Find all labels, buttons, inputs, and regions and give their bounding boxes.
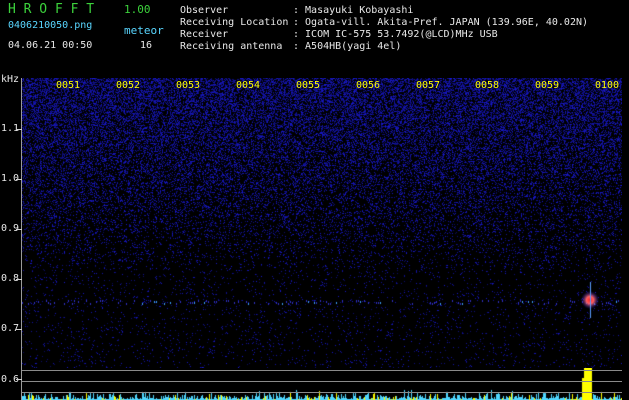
y-tick <box>16 279 22 280</box>
location-key: Receiving Location <box>180 17 289 28</box>
y-axis-line <box>21 78 22 400</box>
time-label: 0058 <box>475 80 500 91</box>
spectrogram-canvas <box>22 78 622 368</box>
time-label: 0054 <box>236 80 261 91</box>
antenna-value: : A504HB(yagi 4el) <box>293 41 402 52</box>
y-axis-unit: kHz <box>1 74 20 85</box>
time-label: 0056 <box>356 80 381 91</box>
meteor-label: meteor <box>124 24 164 37</box>
receiver-value: : ICOM IC-575 53.7492(@LCD)MHz USB <box>293 29 498 40</box>
meteor-count: 16 <box>140 40 153 51</box>
receiver-key: Receiver <box>180 29 229 40</box>
antenna-key: Receiving antenna <box>180 41 283 52</box>
app-title: H R O F F T <box>8 2 95 17</box>
time-label: 0055 <box>296 80 321 91</box>
date-time: 04.06.21 00:50 <box>8 40 93 51</box>
hrofft-window: H R O F F T 1.00 0406210050.png meteor 0… <box>0 0 629 400</box>
y-tick <box>16 179 22 180</box>
signal-level-canvas <box>22 368 622 400</box>
time-label: 0100 <box>595 80 620 91</box>
reference-line-lower <box>22 392 622 393</box>
location-value: : Ogata-vill. Akita-Pref. JAPAN (139.96E… <box>293 17 589 28</box>
app-version: 1.00 <box>124 3 151 16</box>
y-tick <box>16 229 22 230</box>
reference-line-upper <box>22 370 622 371</box>
reference-line-middle <box>22 381 622 382</box>
time-label: 0059 <box>535 80 560 91</box>
time-label: 0051 <box>56 80 81 91</box>
time-label: 0052 <box>116 80 141 91</box>
file-name: 0406210050.png <box>8 20 93 31</box>
time-label: 0053 <box>176 80 201 91</box>
time-label: 0057 <box>416 80 441 91</box>
observer-key: Observer <box>180 5 229 16</box>
y-tick <box>16 329 22 330</box>
y-tick <box>16 129 22 130</box>
observer-value: : Masayuki Kobayashi <box>293 5 414 16</box>
y-tick <box>16 379 22 380</box>
y-label-0-6: 0.6 <box>1 374 20 385</box>
